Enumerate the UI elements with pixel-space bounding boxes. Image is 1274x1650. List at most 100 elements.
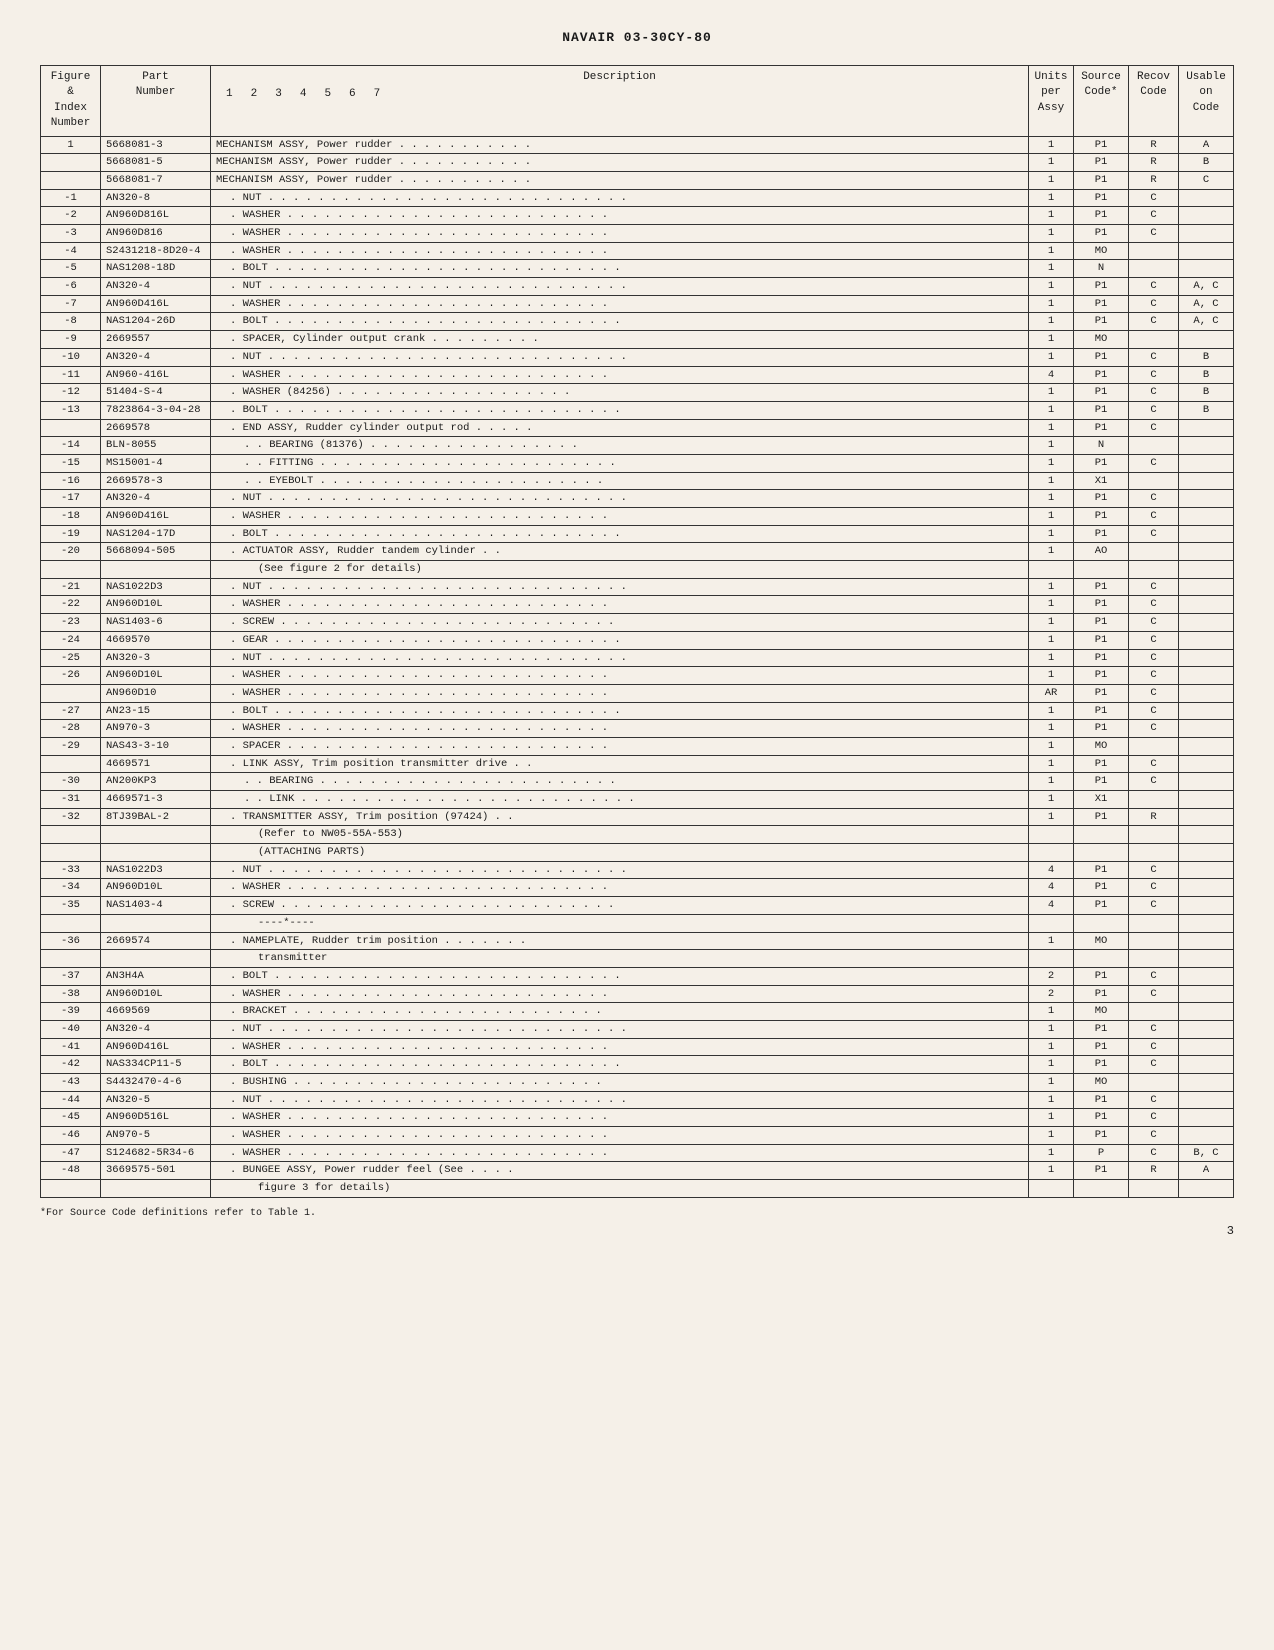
- description-cell: figure 3 for details): [211, 1180, 1029, 1198]
- usable-cell: [1179, 702, 1234, 720]
- source-cell: P1: [1074, 419, 1129, 437]
- part-number-cell: 2669578: [101, 419, 211, 437]
- units-cell: 1: [1029, 667, 1074, 685]
- usable-cell: B: [1179, 348, 1234, 366]
- recov-cell: C: [1129, 649, 1179, 667]
- description-cell: (Refer to NW05-55A-553): [211, 826, 1029, 844]
- fig-index-cell: [41, 684, 101, 702]
- recov-cell: C: [1129, 578, 1179, 596]
- units-cell: [1029, 826, 1074, 844]
- col-header-part: Part Number: [101, 66, 211, 137]
- recov-cell: C: [1129, 1144, 1179, 1162]
- recov-cell: C: [1129, 1127, 1179, 1145]
- recov-cell: C: [1129, 525, 1179, 543]
- recov-cell: [1129, 1003, 1179, 1021]
- usable-cell: [1179, 1180, 1234, 1198]
- table-row: -20 5668094-505 . ACTUATOR ASSY, Rudder …: [41, 543, 1234, 561]
- description-cell: . . BEARING . . . . . . . . . . . . . . …: [211, 773, 1029, 791]
- description-cell: . WASHER . . . . . . . . . . . . . . . .…: [211, 242, 1029, 260]
- source-cell: P1: [1074, 1162, 1129, 1180]
- source-cell: P1: [1074, 1091, 1129, 1109]
- usable-cell: [1179, 826, 1234, 844]
- table-row: -32 8TJ39BAL-2 . TRANSMITTER ASSY, Trim …: [41, 808, 1234, 826]
- fig-index-cell: [41, 826, 101, 844]
- part-number-cell: 5668081-5: [101, 154, 211, 172]
- usable-cell: A, C: [1179, 295, 1234, 313]
- usable-cell: [1179, 667, 1234, 685]
- usable-cell: [1179, 490, 1234, 508]
- description-cell: MECHANISM ASSY, Power rudder . . . . . .…: [211, 136, 1029, 154]
- units-cell: 1: [1029, 720, 1074, 738]
- description-cell: . NUT . . . . . . . . . . . . . . . . . …: [211, 490, 1029, 508]
- recov-cell: C: [1129, 189, 1179, 207]
- part-number-cell: [101, 826, 211, 844]
- description-cell: MECHANISM ASSY, Power rudder . . . . . .…: [211, 154, 1029, 172]
- part-number-cell: AN960-416L: [101, 366, 211, 384]
- units-cell: 1: [1029, 932, 1074, 950]
- fig-index-cell: -1: [41, 189, 101, 207]
- fig-index-cell: -28: [41, 720, 101, 738]
- description-cell: . GEAR . . . . . . . . . . . . . . . . .…: [211, 631, 1029, 649]
- units-cell: 1: [1029, 508, 1074, 526]
- description-cell: . NUT . . . . . . . . . . . . . . . . . …: [211, 1091, 1029, 1109]
- source-cell: P1: [1074, 490, 1129, 508]
- table-row: 4669571 . LINK ASSY, Trim position trans…: [41, 755, 1234, 773]
- source-cell: P1: [1074, 985, 1129, 1003]
- table-row: -12 51404-S-4 . WASHER (84256) . . . . .…: [41, 384, 1234, 402]
- source-cell: P1: [1074, 1020, 1129, 1038]
- table-row: -41 AN960D416L . WASHER . . . . . . . . …: [41, 1038, 1234, 1056]
- source-cell: P1: [1074, 720, 1129, 738]
- recov-cell: R: [1129, 136, 1179, 154]
- recov-cell: C: [1129, 985, 1179, 1003]
- recov-cell: [1129, 437, 1179, 455]
- part-number-cell: 5668081-3: [101, 136, 211, 154]
- units-cell: 1: [1029, 437, 1074, 455]
- units-cell: 1: [1029, 331, 1074, 349]
- usable-cell: [1179, 543, 1234, 561]
- source-cell: P1: [1074, 136, 1129, 154]
- usable-cell: [1179, 861, 1234, 879]
- description-cell: . SCREW . . . . . . . . . . . . . . . . …: [211, 614, 1029, 632]
- units-cell: 1: [1029, 348, 1074, 366]
- table-row: -3 AN960D816 . WASHER . . . . . . . . . …: [41, 225, 1234, 243]
- part-number-cell: NAS1204-17D: [101, 525, 211, 543]
- recov-cell: C: [1129, 879, 1179, 897]
- recov-cell: [1129, 844, 1179, 862]
- units-cell: 1: [1029, 649, 1074, 667]
- description-cell: . NAMEPLATE, Rudder trim position . . . …: [211, 932, 1029, 950]
- part-number-cell: AN320-5: [101, 1091, 211, 1109]
- part-number-cell: NAS43-3-10: [101, 737, 211, 755]
- units-cell: [1029, 914, 1074, 932]
- description-cell: (See figure 2 for details): [211, 561, 1029, 579]
- description-cell: transmitter: [211, 950, 1029, 968]
- units-cell: 1: [1029, 773, 1074, 791]
- fig-index-cell: -5: [41, 260, 101, 278]
- recov-cell: C: [1129, 631, 1179, 649]
- part-number-cell: AN960D10L: [101, 879, 211, 897]
- recov-cell: C: [1129, 773, 1179, 791]
- part-number-cell: 3669575-501: [101, 1162, 211, 1180]
- units-cell: 1: [1029, 578, 1074, 596]
- col-header-fig: Figure & Index Number: [41, 66, 101, 137]
- source-cell: P1: [1074, 154, 1129, 172]
- table-row: -39 4669569 . BRACKET . . . . . . . . . …: [41, 1003, 1234, 1021]
- usable-cell: [1179, 985, 1234, 1003]
- recov-cell: [1129, 914, 1179, 932]
- description-cell: . NUT . . . . . . . . . . . . . . . . . …: [211, 278, 1029, 296]
- units-cell: 1: [1029, 1127, 1074, 1145]
- units-cell: 1: [1029, 154, 1074, 172]
- units-cell: 1: [1029, 472, 1074, 490]
- usable-cell: [1179, 561, 1234, 579]
- part-number-cell: 51404-S-4: [101, 384, 211, 402]
- recov-cell: C: [1129, 454, 1179, 472]
- description-cell: . WASHER . . . . . . . . . . . . . . . .…: [211, 207, 1029, 225]
- source-cell: P1: [1074, 278, 1129, 296]
- fig-index-cell: [41, 154, 101, 172]
- source-cell: [1074, 914, 1129, 932]
- source-cell: P1: [1074, 1109, 1129, 1127]
- source-cell: P1: [1074, 366, 1129, 384]
- fig-index-cell: -37: [41, 967, 101, 985]
- units-cell: 1: [1029, 1162, 1074, 1180]
- recov-cell: [1129, 826, 1179, 844]
- source-cell: [1074, 826, 1129, 844]
